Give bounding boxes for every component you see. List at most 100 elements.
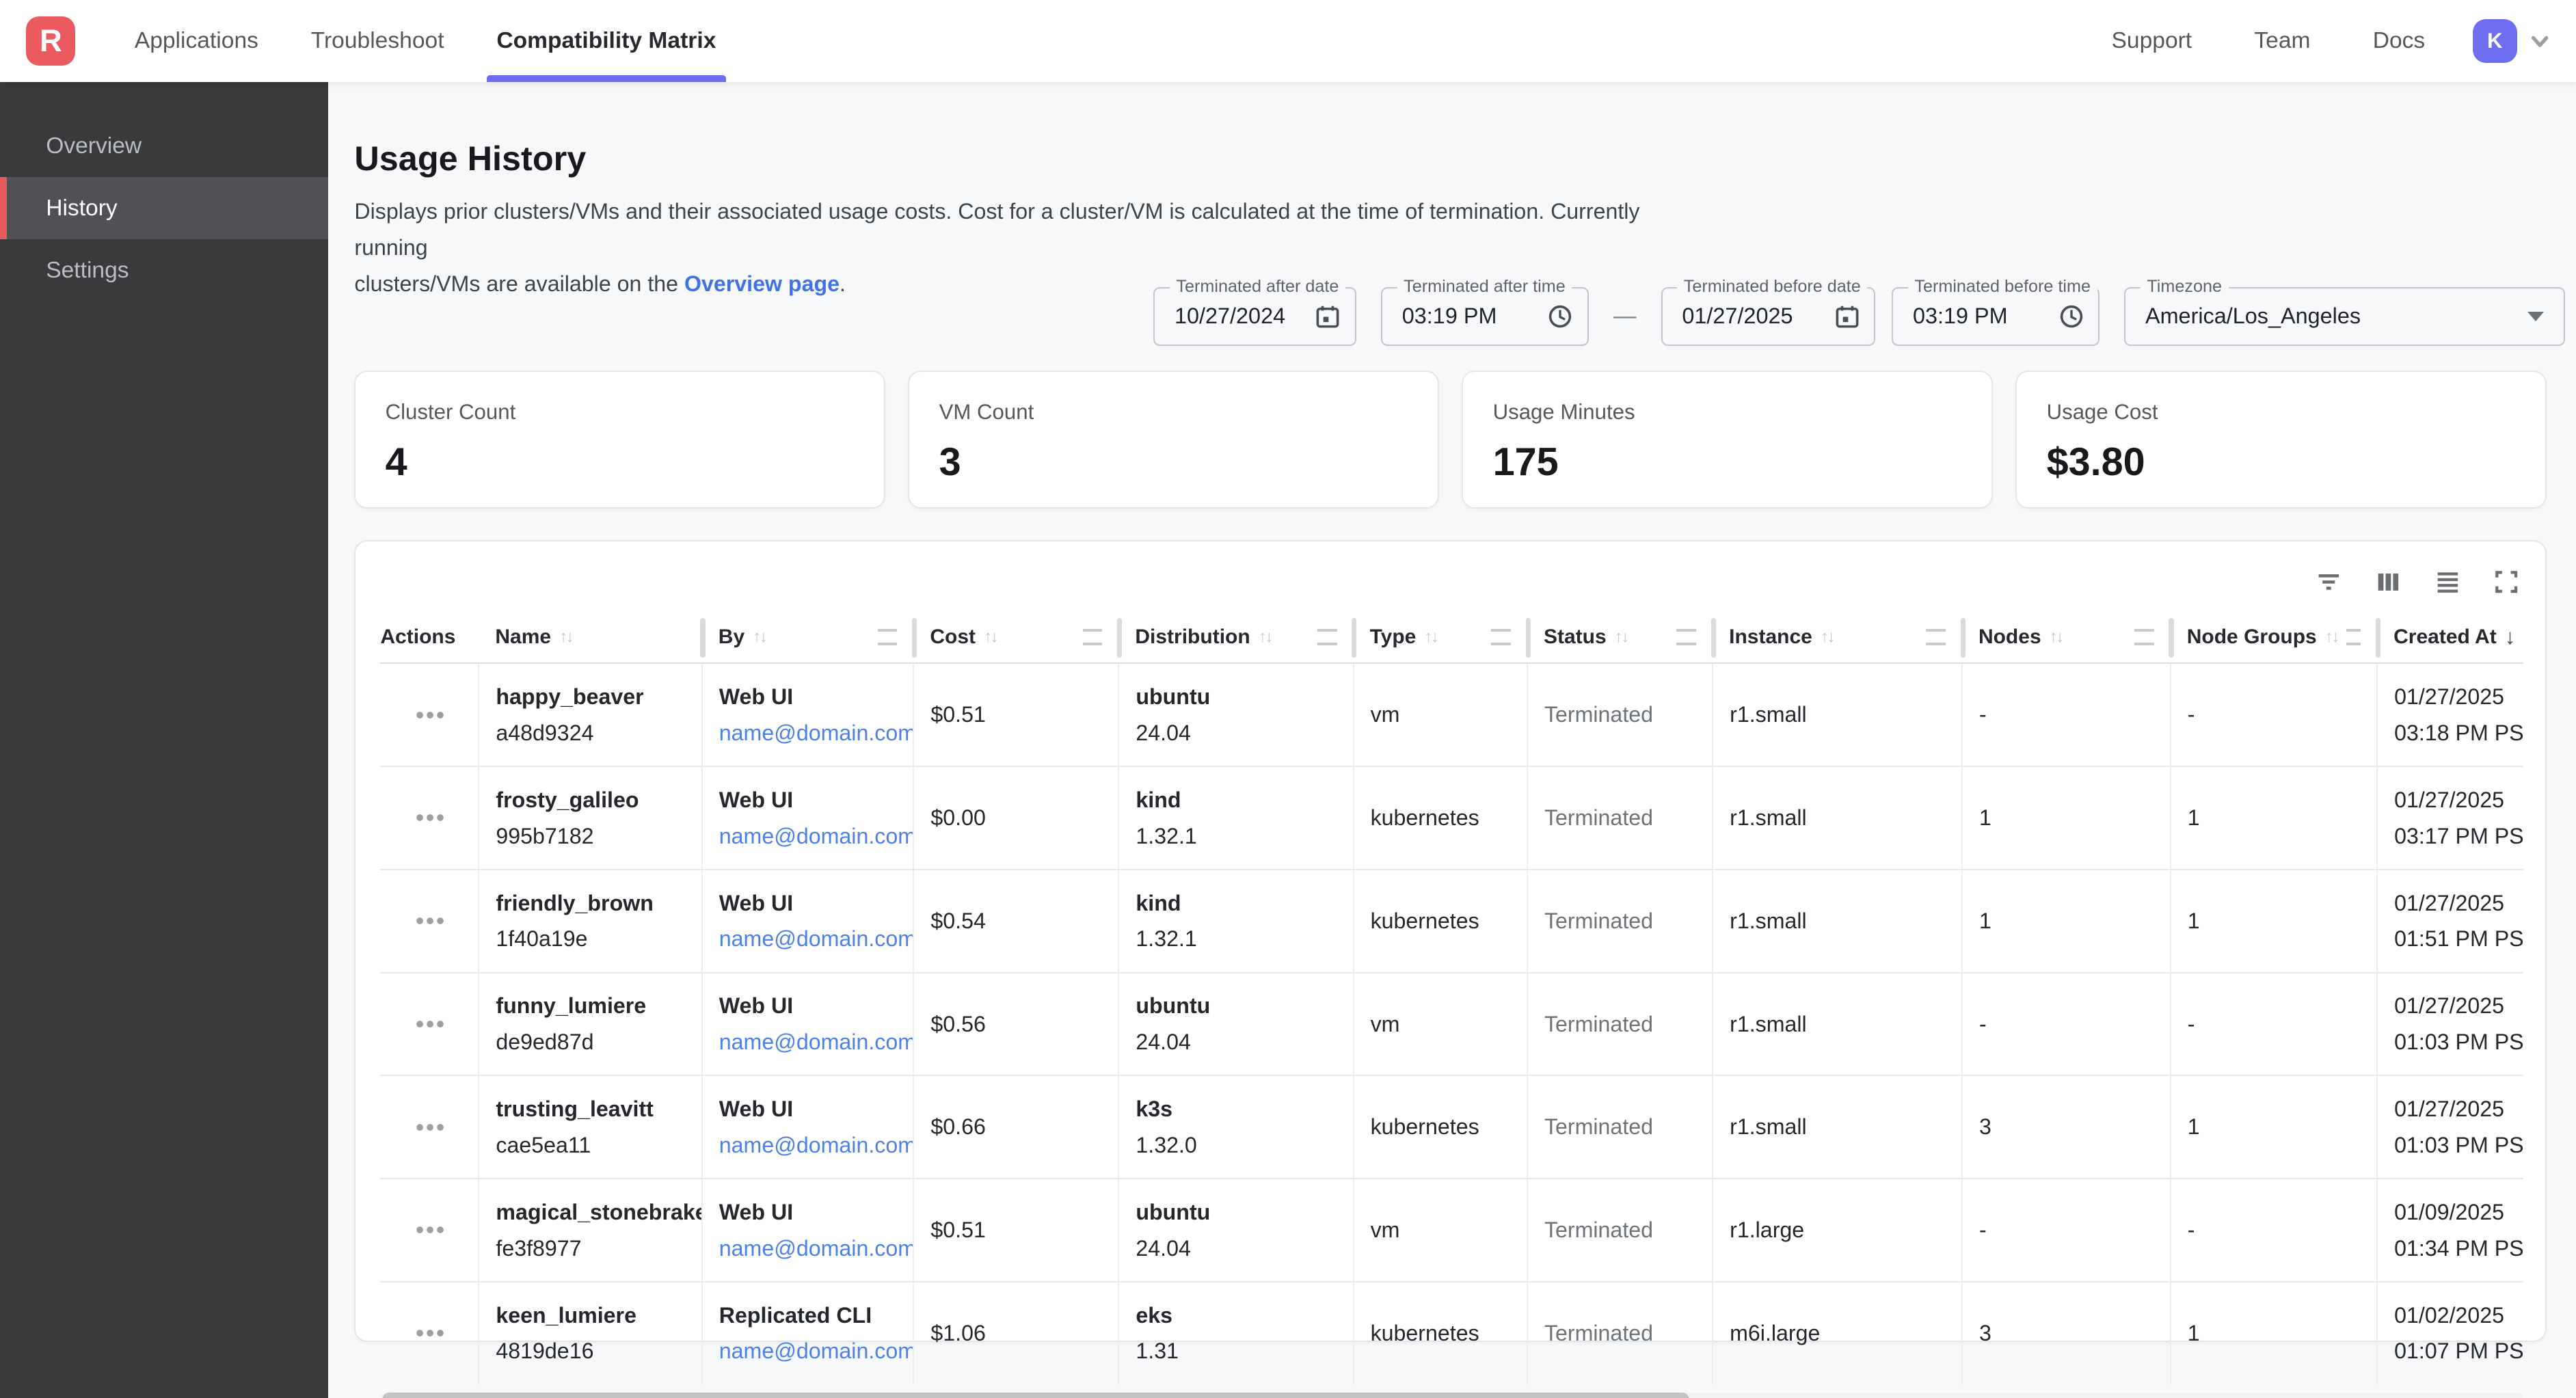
row-actions-button[interactable]: ••• [409,906,453,936]
cell-node-groups-value: - [2188,1011,2363,1037]
row-actions-button[interactable]: ••• [409,1215,453,1245]
stat-card-vm-count: VM Count 3 [908,371,1438,509]
cell-node-groups: 1 [2171,766,2377,870]
sidebar-item-overview[interactable]: Overview [0,115,328,177]
replicated-logo[interactable]: R [26,16,75,66]
sort-icon[interactable]: ↑↓ [753,628,766,647]
column-header-nodes[interactable]: Nodes↑↓ [1962,612,2171,663]
cell-type-value: vm [1371,1011,1514,1037]
cell-node-groups: - [2171,663,2377,766]
terminated-before-time-field[interactable]: Terminated before time 03:19 PM [1892,287,2099,346]
row-distribution-version: 24.04 [1136,1029,1339,1055]
terminated-before-date-field[interactable]: Terminated before date 01/27/2025 [1661,287,1876,346]
sort-icon[interactable]: ↑↓ [1821,628,1834,647]
column-header-instance[interactable]: Instance↑↓ [1713,612,1962,663]
timezone-select[interactable]: Timezone America/Los_Angeles [2124,287,2565,346]
column-resize-handle[interactable] [1317,629,1337,646]
row-actions-button[interactable]: ••• [409,803,453,833]
row-by-email-link[interactable]: name@domain.com [719,721,914,745]
terminated-after-date-field[interactable]: Terminated after date 10/27/2024 [1153,287,1356,346]
row-actions-button[interactable]: ••• [409,1319,453,1348]
column-header-node-groups[interactable]: Node Groups↑↓ [2171,612,2377,663]
column-resize-handle[interactable] [2346,629,2361,646]
row-distribution: ubuntu [1136,1199,1339,1225]
column-resize-handle[interactable] [1676,629,1696,646]
column-resize-handle[interactable] [2134,629,2154,646]
cell-type-value: kubernetes [1371,908,1514,934]
sort-icon[interactable]: ↑↓ [1424,628,1437,647]
calendar-icon[interactable] [1315,304,1340,329]
row-actions-button[interactable]: ••• [409,1009,453,1038]
cell-actions: ••• [380,1075,479,1179]
row-by-email-link[interactable]: name@domain.com [719,824,914,848]
row-actions-button[interactable]: ••• [409,700,453,729]
calendar-icon[interactable] [1835,304,1860,329]
column-header-status[interactable]: Status↑↓ [1527,612,1713,663]
sort-icon[interactable]: ↑↓ [984,628,997,647]
column-header-by[interactable]: By↑↓ [702,612,914,663]
cell-by: Web UIname@domain.com [702,663,914,766]
column-header-distribution[interactable]: Distribution↑↓ [1118,612,1353,663]
date-range-separator: — [1613,304,1637,330]
cell-created-at: 01/27/202501:03 PM PST [2377,1075,2523,1179]
chevron-down-icon[interactable] [2527,28,2553,54]
terminated-before-time-value: 03:19 PM [1893,304,2007,329]
cell-type-value: kubernetes [1371,805,1514,831]
nav-item-docs[interactable]: Docs [2342,0,2456,82]
column-header-type[interactable]: Type↑↓ [1354,612,1527,663]
row-distribution: ubuntu [1136,684,1339,710]
cell-created-at: 01/09/202501:34 PM PST [2377,1179,2523,1282]
cell-nodes-value: 3 [1979,1320,2157,1346]
row-by-source: Replicated CLI [719,1302,900,1328]
row-created-date: 01/27/2025 [2394,890,2510,916]
clock-icon[interactable] [2059,304,2084,329]
column-resize-handle[interactable] [878,629,898,646]
timezone-value: America/Los_Angeles [2125,304,2361,329]
density-icon[interactable] [2434,568,2462,596]
sort-icon[interactable]: ↑↓ [1615,628,1628,647]
overview-page-link[interactable]: Overview page [684,271,840,296]
sort-icon[interactable]: ↑↓ [1259,628,1272,647]
columns-icon[interactable] [2374,568,2402,596]
column-header-actions: Actions [380,612,479,663]
column-resize-handle[interactable] [1926,629,1946,646]
column-header-created-at[interactable]: Created At ↓ [2377,612,2523,663]
cell-by: Replicated CLI name@domain.com [702,1282,914,1384]
column-label: Created At [2393,626,2497,649]
fullscreen-icon[interactable] [2493,568,2521,596]
sort-desc-icon[interactable]: ↓ [2505,625,2516,649]
column-header-name[interactable]: Name↑↓ [479,612,701,663]
user-avatar[interactable]: K [2473,19,2517,64]
cell-distribution: kind1.32.1 [1118,870,1353,973]
cell-distribution: eks1.31 [1118,1282,1353,1384]
row-created-date: 01/27/2025 [2394,993,2510,1019]
nav-item-applications[interactable]: Applications [108,0,284,82]
column-resize-handle[interactable] [1083,629,1103,646]
row-by-email-link[interactable]: name@domain.com [719,1133,914,1157]
column-resize-handle[interactable] [1491,629,1511,646]
row-by-email-link[interactable]: name@domain.com [719,1236,914,1261]
nav-item-support[interactable]: Support [2080,0,2223,82]
clock-icon[interactable] [1548,304,1572,329]
cell-cost: $0.66 [913,1075,1118,1179]
nav-item-troubleshoot[interactable]: Troubleshoot [284,0,470,82]
row-name: happy_beaver [496,684,688,710]
sort-icon[interactable]: ↑↓ [2050,628,2063,647]
page-title: Usage History [354,138,586,178]
column-header-cost[interactable]: Cost↑↓ [913,612,1118,663]
filter-icon[interactable] [2316,568,2344,596]
cell-node-groups: 1 [2171,870,2377,973]
nav-item-team[interactable]: Team [2223,0,2342,82]
sidebar-item-history[interactable]: History [0,177,328,239]
sidebar-item-settings[interactable]: Settings [0,239,328,301]
nav-item-compatibility-matrix[interactable]: Compatibility Matrix [470,0,742,82]
sort-icon[interactable]: ↑↓ [2325,628,2338,647]
terminated-after-time-field[interactable]: Terminated after time 03:19 PM [1381,287,1589,346]
row-by-email-link[interactable]: name@domain.com [719,1339,914,1363]
row-by-email-link[interactable]: name@domain.com [719,1030,914,1054]
row-actions-button[interactable]: ••• [409,1112,453,1142]
row-id: cae5ea11 [496,1132,688,1158]
cell-node-groups-value: 1 [2188,908,2363,934]
row-by-email-link[interactable]: name@domain.com [719,926,914,951]
sort-icon[interactable]: ↑↓ [559,628,572,647]
